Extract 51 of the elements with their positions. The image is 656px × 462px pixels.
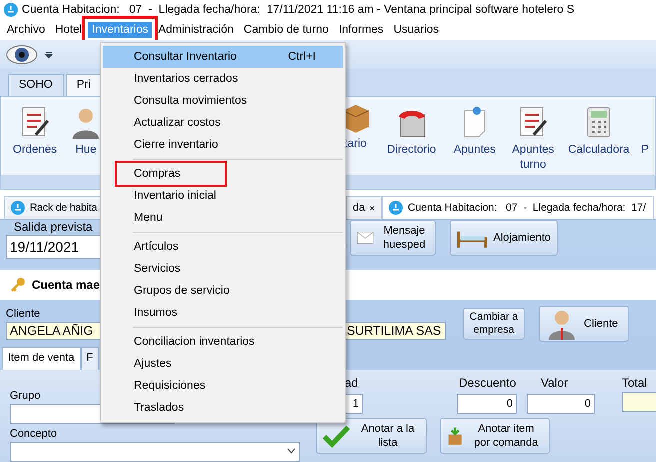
ribbon-tab[interactable]: SOHO — [8, 74, 64, 96]
ribbon-button[interactable]: Directorio — [378, 105, 446, 176]
quantity-field[interactable]: 1 — [345, 394, 363, 414]
ribbon-button[interactable]: Apuntes — [446, 105, 504, 176]
menu-item[interactable]: Archivo — [3, 22, 50, 38]
shortcut-label: Ctrl+I — [288, 51, 316, 63]
tab-label: Cuenta Habitacion: 07 - Llegada fecha/hora: 17/ — [408, 202, 646, 214]
ribbon-button[interactable]: Apuntes turno — [504, 105, 563, 176]
menu-item[interactable]: Servicios — [103, 258, 343, 280]
discount-field[interactable]: 0 — [457, 394, 517, 414]
ribbon-button[interactable]: Ordenes — [6, 105, 64, 176]
client-company: SURTILIMA SAS — [347, 324, 442, 338]
menu-item[interactable]: Usuarios — [390, 22, 444, 38]
menu-item[interactable]: Grupos de servicio — [103, 280, 343, 302]
menu-item[interactable]: Administración — [154, 22, 238, 38]
menu-item[interactable]: Hotel — [51, 22, 86, 38]
client-button[interactable]: Cliente — [539, 306, 629, 342]
tab-label: Rack de habita — [30, 202, 98, 214]
menu-item[interactable]: Inventarios cerrados — [103, 68, 343, 90]
add-by-order-button[interactable]: Anotar item por comanda — [440, 418, 550, 454]
menu-item[interactable]: Insumos — [103, 302, 343, 324]
ribbon-tab[interactable]: Pri — [66, 74, 102, 96]
menu-item[interactable]: Cambio de turno — [240, 22, 333, 38]
document-tab[interactable]: Cuenta Habitacion: 07 - Llegada fecha/hora: 17/ — [382, 196, 654, 220]
item-tab[interactable]: F — [80, 347, 100, 370]
message-button[interactable]: Mensaje huesped — [350, 220, 436, 256]
field-label: Salida prevista — [14, 220, 93, 234]
window-title: Cuenta Habitacion: 07 - Llegada fecha/hora: 17/11/2021 11:16 am - Ventana principal software hotelero S — [22, 4, 575, 16]
field-label: Cliente — [6, 308, 40, 320]
ribbon-button[interactable]: Calculadora — [562, 105, 636, 176]
value-field[interactable]: 0 — [527, 394, 595, 414]
add-to-list-button[interactable]: Anotar a la lista — [316, 418, 427, 454]
item-tab[interactable]: Item de venta — [2, 347, 81, 370]
menu-item[interactable]: Requisiciones — [103, 375, 343, 397]
field-label: Grupo — [10, 390, 41, 402]
field-label: Descuento — [459, 376, 516, 390]
menu-item[interactable]: Traslados — [103, 397, 343, 419]
menu-item[interactable]: Consultar Inventario Ctrl+I — [103, 46, 343, 68]
change-company-button[interactable]: Cambiar a empresa — [463, 308, 525, 340]
document-tab[interactable]: da — [346, 196, 382, 220]
menu-item[interactable]: Ajustes — [103, 353, 343, 375]
field-label: ad — [345, 376, 358, 390]
field-label: Valor — [541, 376, 568, 390]
client-name: ANGELA AÑIG — [10, 324, 94, 338]
field-label: Concepto — [10, 428, 58, 440]
section-title: Cuenta mae — [32, 278, 100, 292]
ribbon-button[interactable]: P — [636, 105, 655, 176]
tab-label: da — [353, 202, 366, 214]
field-label: Total — [622, 376, 648, 390]
menu-item[interactable]: Informes — [334, 22, 388, 38]
lodging-button[interactable]: Alojamiento — [450, 220, 558, 256]
